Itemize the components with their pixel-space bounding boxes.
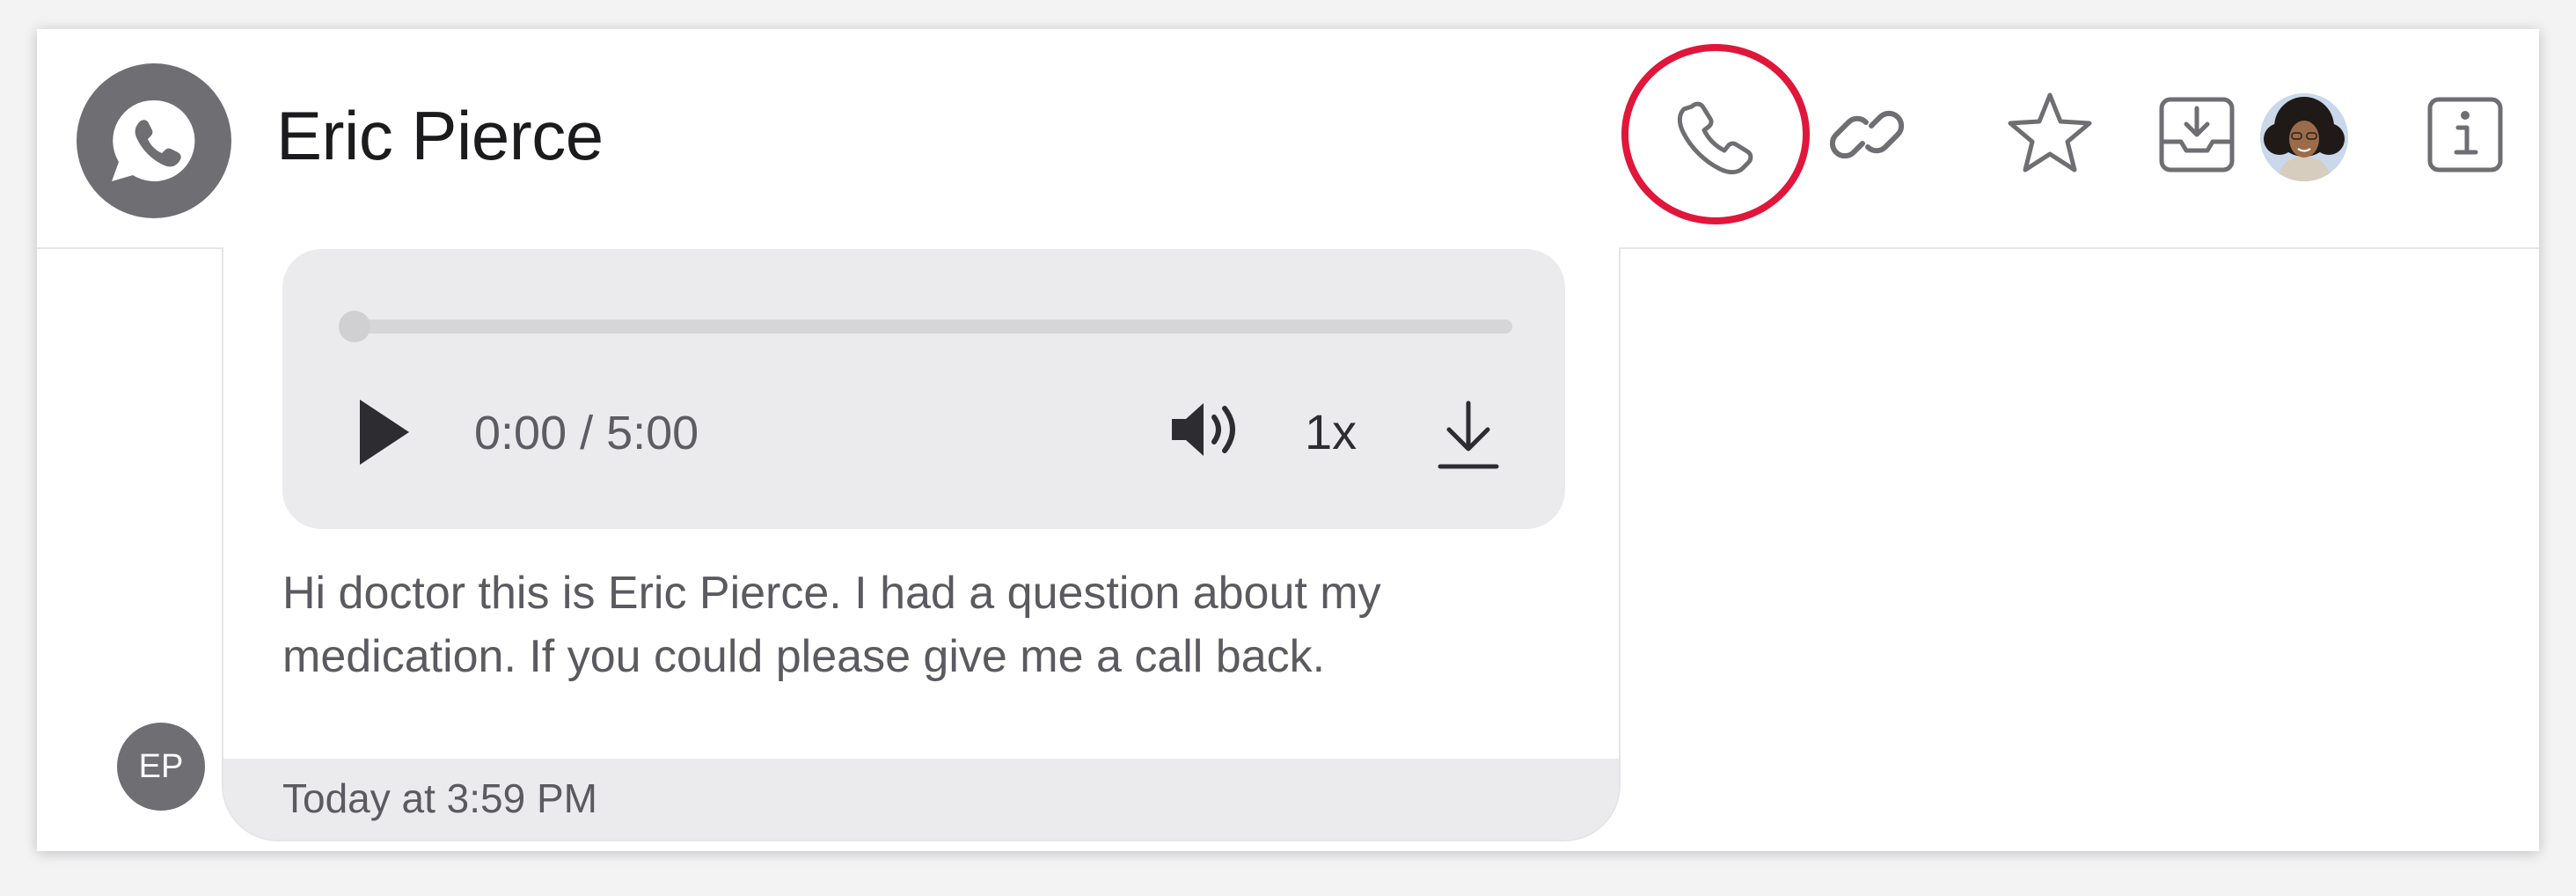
- message-footer: Today at 3:59 PM: [223, 759, 1619, 840]
- download-button[interactable]: [1435, 394, 1502, 474]
- contact-name: Eric Pierce: [276, 97, 604, 174]
- conversation-header: Eric Pierce: [37, 29, 2539, 249]
- link-icon: [1829, 110, 1905, 159]
- seek-thumb[interactable]: [339, 311, 370, 342]
- info-button[interactable]: [2412, 82, 2518, 187]
- seek-track[interactable]: [344, 319, 1512, 334]
- star-icon: [2008, 92, 2092, 173]
- archive-button[interactable]: [2144, 82, 2250, 187]
- info-icon: [2427, 97, 2503, 173]
- star-button[interactable]: [1997, 82, 2103, 187]
- message-timestamp: Today at 3:59 PM: [282, 775, 597, 821]
- play-icon: [360, 400, 409, 465]
- play-button[interactable]: [353, 393, 414, 472]
- download-icon: [1438, 400, 1499, 469]
- call-button-highlight: [1621, 44, 1810, 224]
- playback-speed-button[interactable]: 1x: [1305, 408, 1357, 457]
- playback-time: 0:00 / 5:00: [474, 407, 699, 459]
- conversation-panel: Eric Pierce 0:00 / 5:00 1x Hi doctor thi…: [37, 29, 2539, 851]
- volume-button[interactable]: [1167, 394, 1255, 465]
- voicemail-transcript: Hi doctor this is Eric Pierce. I had a q…: [282, 568, 1381, 682]
- inbox-download-icon: [2159, 97, 2235, 173]
- voicemail-player: 0:00 / 5:00 1x: [282, 249, 1565, 529]
- link-button[interactable]: [1814, 82, 1920, 187]
- message-bubble: 0:00 / 5:00 1x Hi doctor this is Eric Pi: [222, 247, 1621, 841]
- sender-avatar: EP: [117, 723, 205, 811]
- volume-icon: [1172, 403, 1235, 456]
- assignee-avatar[interactable]: [2260, 93, 2348, 181]
- whatsapp-icon: [77, 63, 231, 218]
